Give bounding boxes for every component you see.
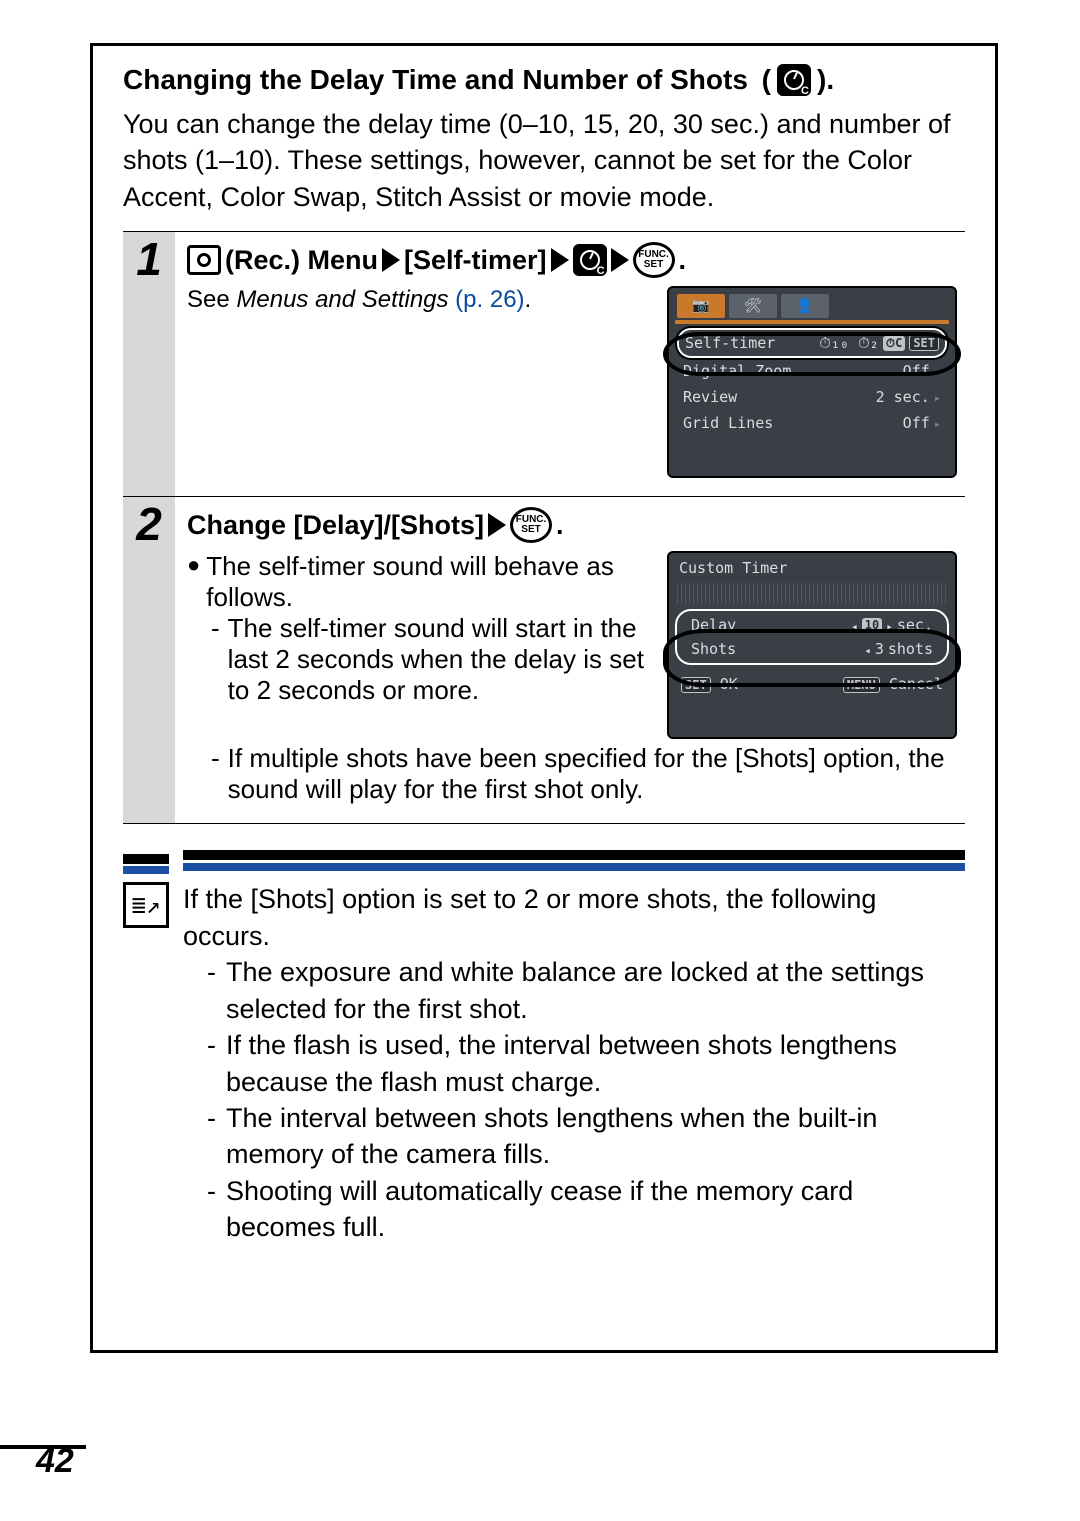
see-reference: See Menus and Settings (p. 26). <box>187 286 649 314</box>
delay-value: 10 <box>862 618 882 632</box>
delay-shots-highlight: Delay 10 sec. Shots <box>675 609 949 665</box>
cancel-label: Cancel <box>889 675 943 693</box>
note-dash-1: The exposure and white balance are locke… <box>183 954 965 1027</box>
text: If the flash is used, the interval betwe… <box>226 1027 965 1100</box>
intro-paragraph: You can change the delay time (0–10, 15,… <box>123 106 965 215</box>
step2-period: . <box>556 510 564 541</box>
see-italic: Menus and Settings <box>236 286 448 313</box>
row-shots: Shots 3 shots <box>679 637 945 661</box>
label: Grid Lines <box>683 414 773 432</box>
page-number: 42 <box>36 1442 74 1481</box>
step-2-row: 2 Change [Delay]/[Shots] FUNC. SET . ● <box>123 497 965 823</box>
note-block: ≣↗ If the [Shots] option is set to 2 or … <box>123 850 965 1245</box>
func-set-icon: FUNC. SET <box>633 242 675 278</box>
menu-row-self-timer: Self-timer ⏱₁₀ ⏱₂ ⏱C SET <box>677 328 947 358</box>
step-2-number-cell: 2 <box>123 497 175 823</box>
text: The interval between shots lengthens whe… <box>226 1100 965 1173</box>
step2-dash-2: If multiple shots have been specified fo… <box>187 743 957 805</box>
see-link: (p. 26) <box>449 286 525 313</box>
arrow-icon <box>488 513 506 537</box>
step-1-number: 1 <box>136 236 162 282</box>
text: The exposure and white balance are locke… <box>226 954 965 1027</box>
func-set-icon: FUNC. SET <box>510 507 552 543</box>
custom-timer-icon <box>777 64 811 96</box>
timer-c-badge: ⏱C <box>883 336 906 351</box>
bullet-icon: ● <box>187 551 200 613</box>
menu-badge: MENU <box>843 677 880 693</box>
shots-unit: shots <box>888 640 933 658</box>
dash-icon <box>211 743 220 805</box>
step-1-number-cell: 1 <box>123 232 175 496</box>
page-frame: Changing the Delay Time and Number of Sh… <box>90 43 998 1353</box>
label: Shots <box>691 640 736 658</box>
note-icon: ≣↗ <box>123 882 169 928</box>
step-2-number: 2 <box>136 501 162 547</box>
step2-bullet: ● The self-timer sound will behave as fo… <box>187 551 649 613</box>
note-dash-3: The interval between shots lengthens whe… <box>183 1100 965 1173</box>
note-dash-4: Shooting will automatically cease if the… <box>183 1173 965 1246</box>
note-dash-2: If the flash is used, the interval betwe… <box>183 1027 965 1100</box>
delay-unit: sec. <box>897 616 933 634</box>
value: Off <box>903 414 930 432</box>
step1-rec-menu: (Rec.) Menu <box>225 245 378 276</box>
dash-text: If multiple shots have been specified fo… <box>228 743 957 805</box>
shots-value: 3 <box>875 640 884 658</box>
step-1-row: 1 (Rec.) Menu [Self-timer] FUNC. SET . <box>123 232 965 497</box>
label: Review <box>683 388 737 406</box>
lcd-screenshot-custom-timer: Custom Timer Delay 10 sec. <box>667 551 957 739</box>
label: Digital Zoom <box>683 362 791 380</box>
value: 2 sec. <box>876 388 930 406</box>
dash-text: The self-timer sound will start in the l… <box>228 613 649 706</box>
ok-label: OK <box>720 675 738 693</box>
heading-text: Changing the Delay Time and Number of Sh… <box>123 64 748 96</box>
custom-timer-title: Custom Timer <box>669 553 955 579</box>
see-prefix: See <box>187 286 236 313</box>
arrow-icon <box>382 248 400 272</box>
note-glyph: ≣↗ <box>132 891 161 919</box>
section-heading: Changing the Delay Time and Number of Sh… <box>123 64 965 96</box>
row-delay: Delay 10 sec. <box>679 613 945 637</box>
camera-menu-icon <box>187 245 221 275</box>
step2-change: Change [Delay]/[Shots] <box>187 510 484 541</box>
see-period: . <box>525 286 532 313</box>
label: Self-timer <box>685 334 775 352</box>
step-1-title: (Rec.) Menu [Self-timer] FUNC. SET . <box>187 242 957 278</box>
bullet-text: The self-timer sound will behave as foll… <box>206 551 649 613</box>
value: Off <box>903 362 930 380</box>
tab-person: 👤 <box>781 294 829 318</box>
step2-dash-1: The self-timer sound will start in the l… <box>187 613 649 706</box>
arrow-icon <box>611 248 629 272</box>
note-intro: If the [Shots] option is set to 2 or mor… <box>183 881 965 954</box>
decorative-band <box>677 583 947 605</box>
tab-tools: 🛠 <box>729 294 777 318</box>
set-badge: SET <box>681 677 711 693</box>
set-badge: SET <box>909 335 939 351</box>
text: Shooting will automatically cease if the… <box>226 1173 965 1246</box>
menu-row-review: Review 2 sec. <box>677 384 947 410</box>
timer-icons: ⏱₁₀ ⏱₂ <box>819 334 879 352</box>
set-label: SET <box>644 260 663 270</box>
lcd-screenshot-rec-menu: 📷 🛠 👤 Self-timer ⏱₁₀ ⏱₂ ⏱C S <box>667 286 957 478</box>
step1-self-timer: [Self-timer] <box>404 245 547 276</box>
menu-row-digital-zoom: Digital Zoom Off <box>677 358 947 384</box>
set-label: SET <box>521 525 540 535</box>
label: Delay <box>691 616 736 634</box>
menu-row-grid-lines: Grid Lines Off <box>677 410 947 436</box>
tab-camera: 📷 <box>677 294 725 318</box>
dash-icon <box>211 613 220 706</box>
steps-table: 1 (Rec.) Menu [Self-timer] FUNC. SET . <box>123 231 965 824</box>
step1-period: . <box>679 245 687 276</box>
arrow-icon <box>551 248 569 272</box>
step-2-title: Change [Delay]/[Shots] FUNC. SET . <box>187 507 957 543</box>
custom-timer-icon <box>573 244 607 276</box>
